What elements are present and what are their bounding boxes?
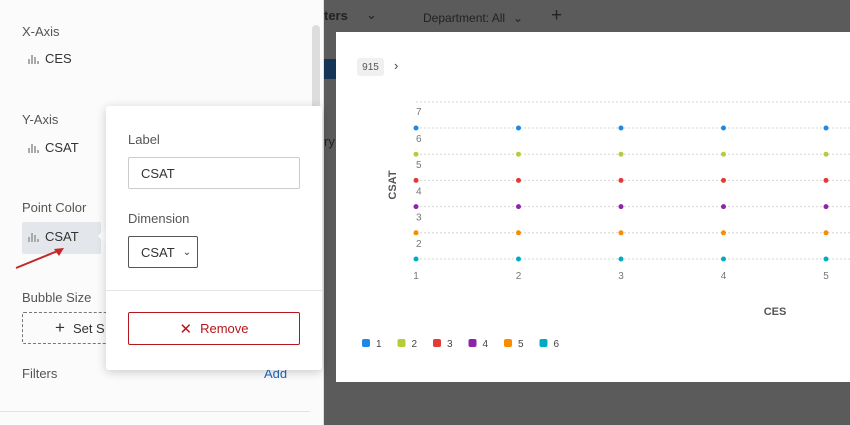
data-point-series-2[interactable] <box>823 151 829 157</box>
data-point-series-3[interactable] <box>721 177 726 183</box>
x-tick-label: 5 <box>823 271 829 282</box>
data-point-series-1[interactable] <box>413 125 419 131</box>
label-input[interactable] <box>128 157 300 189</box>
legend-swatch[interactable] <box>433 339 441 347</box>
data-point-series-5[interactable] <box>516 230 521 236</box>
data-point-series-6[interactable] <box>721 256 726 262</box>
x-tick-label: 2 <box>516 271 522 282</box>
point-color-title: Point Color <box>22 200 87 215</box>
data-point-series-4[interactable] <box>516 204 521 210</box>
data-point-series-5[interactable] <box>721 230 726 236</box>
x-tick-label: 1 <box>413 271 419 282</box>
data-point-series-1[interactable] <box>618 125 624 131</box>
close-icon: ✕ <box>179 320 193 338</box>
set-size-label: Set S <box>72 320 105 336</box>
filters-title: Filters <box>22 366 58 381</box>
point-color-popover: Label Dimension CSAT ⌄ ✕ Remove <box>106 106 322 370</box>
bar-chart-icon <box>28 232 39 242</box>
data-point-series-1[interactable] <box>721 125 726 131</box>
data-point-series-1[interactable] <box>823 125 829 131</box>
red-arrow-annotation <box>15 248 64 269</box>
y-axis-title: CSAT <box>387 170 399 199</box>
data-point-series-2[interactable] <box>413 151 419 157</box>
data-point-series-4[interactable] <box>413 204 419 210</box>
y-axis-title: Y-Axis <box>22 112 59 127</box>
data-point-series-5[interactable] <box>413 230 419 236</box>
data-point-series-4[interactable] <box>721 204 726 210</box>
dimension-select[interactable]: CSAT ⌄ <box>128 236 198 268</box>
y-tick-label: 5 <box>416 160 422 171</box>
data-point-series-6[interactable] <box>413 256 419 262</box>
remove-button[interactable]: ✕ Remove <box>128 312 300 345</box>
divider <box>106 290 322 291</box>
legend-swatch[interactable] <box>397 339 406 347</box>
legend-label[interactable]: 4 <box>483 339 489 350</box>
y-tick-label: 4 <box>416 186 422 197</box>
data-point-series-5[interactable] <box>823 230 829 236</box>
data-point-series-5[interactable] <box>618 230 624 236</box>
y-tick-label: 6 <box>416 134 422 145</box>
x-axis-field-label: CES <box>45 51 72 66</box>
data-point-series-3[interactable] <box>618 177 624 183</box>
data-point-series-2[interactable] <box>618 151 624 157</box>
data-point-series-3[interactable] <box>516 177 521 183</box>
legend-swatch[interactable] <box>539 339 548 347</box>
legend-swatch[interactable] <box>468 339 477 347</box>
legend-label[interactable]: 3 <box>447 339 453 350</box>
bubble-size-title: Bubble Size <box>22 290 92 305</box>
label-title: Label <box>128 132 160 147</box>
data-point-series-2[interactable] <box>516 151 521 157</box>
legend-swatch[interactable] <box>362 339 370 347</box>
bar-chart-icon <box>28 143 39 153</box>
scrollbar[interactable] <box>312 25 320 110</box>
legend-label[interactable]: 2 <box>412 339 418 350</box>
data-point-series-3[interactable] <box>823 177 829 183</box>
dimension-title: Dimension <box>128 211 190 226</box>
bar-chart-icon <box>28 54 39 64</box>
y-tick-label: 2 <box>416 239 422 250</box>
data-point-series-3[interactable] <box>413 177 419 183</box>
data-point-series-6[interactable] <box>516 256 521 262</box>
plus-icon: + <box>55 318 65 337</box>
data-point-series-2[interactable] <box>721 151 726 157</box>
dimension-value: CSAT <box>141 244 175 260</box>
point-color-field-label: CSAT <box>45 229 79 244</box>
legend-swatch[interactable] <box>504 339 512 347</box>
chevron-down-icon: ⌄ <box>182 246 192 258</box>
remove-label: Remove <box>200 321 249 336</box>
x-tick-label: 4 <box>721 271 727 282</box>
x-axis-title: CES <box>764 306 787 318</box>
data-point-series-6[interactable] <box>618 256 624 262</box>
divider <box>0 411 310 412</box>
legend-label[interactable]: 1 <box>376 339 382 350</box>
x-axis-title: X-Axis <box>22 24 60 39</box>
data-point-series-1[interactable] <box>516 125 521 131</box>
data-point-series-6[interactable] <box>823 256 829 262</box>
y-tick-label: 7 <box>416 107 422 118</box>
legend-label[interactable]: 5 <box>518 339 524 350</box>
y-axis-field[interactable]: CSAT <box>28 140 79 155</box>
data-point-series-4[interactable] <box>823 204 829 210</box>
x-tick-label: 3 <box>618 271 624 282</box>
x-axis-field[interactable]: CES <box>28 51 72 66</box>
y-tick-label: 3 <box>416 213 422 224</box>
legend-label[interactable]: 6 <box>554 339 560 350</box>
point-color-field-content[interactable]: CSAT <box>28 229 79 244</box>
data-point-series-4[interactable] <box>618 204 624 210</box>
y-axis-field-label: CSAT <box>45 140 79 155</box>
